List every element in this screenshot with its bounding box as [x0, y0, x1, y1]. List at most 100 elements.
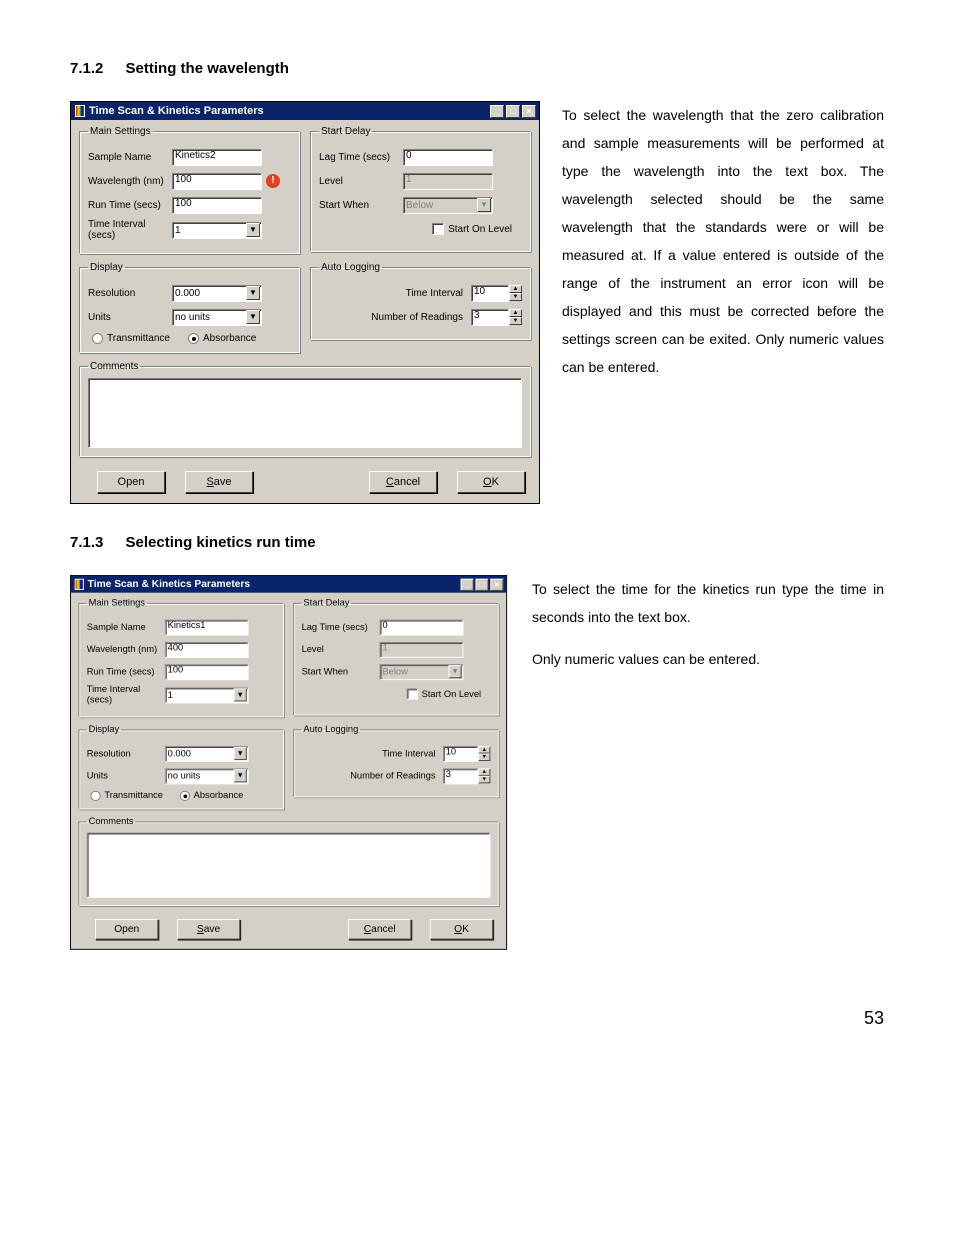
chevron-down-icon: ▼	[234, 688, 247, 701]
spin-down-icon[interactable]: ▼	[509, 317, 522, 325]
section-heading: 7.1.3 Selecting kinetics run time	[70, 534, 884, 551]
spin-down-icon[interactable]: ▼	[509, 293, 522, 301]
label: Time Interval	[382, 748, 435, 758]
lag-time-input[interactable]: 0	[403, 149, 493, 166]
label: Time Interval	[406, 288, 463, 299]
lag-time-input[interactable]: 0	[380, 619, 464, 635]
spin-up-icon[interactable]: ▲	[509, 309, 522, 317]
chevron-down-icon: ▼	[246, 223, 260, 237]
label: Level	[302, 644, 380, 654]
dialog-title: Time Scan & Kinetics Parameters	[89, 105, 264, 117]
label: Run Time (secs)	[87, 667, 165, 677]
label: Sample Name	[87, 622, 165, 632]
time-interval-select[interactable]: 1▼	[172, 222, 262, 239]
checkbox-label: Start On Level	[448, 224, 512, 235]
dialog-title: Time Scan & Kinetics Parameters	[88, 579, 250, 590]
start-on-level-checkbox[interactable]: Start On Level	[432, 223, 512, 235]
maximize-button[interactable]: □	[506, 105, 520, 118]
sample-name-input[interactable]: Kinetics1	[165, 619, 249, 635]
comments-textarea[interactable]	[88, 378, 522, 448]
radio-label: Absorbance	[203, 333, 256, 344]
label: Resolution	[88, 288, 172, 299]
label: Time Interval (secs)	[87, 685, 165, 705]
auto-logging-group: Auto Logging Time Interval 10 ▲▼ Number …	[310, 262, 531, 340]
group-legend: Display	[88, 262, 125, 273]
group-legend: Auto Logging	[302, 725, 361, 735]
radio-label: Transmittance	[107, 333, 170, 344]
section-title: Selecting kinetics run time	[126, 534, 316, 551]
resolution-select[interactable]: 0.000▼	[172, 285, 262, 302]
open-button[interactable]: Open	[95, 919, 158, 939]
start-when-select: Below▼	[380, 664, 464, 680]
wavelength-input[interactable]: 400	[165, 641, 249, 657]
label: Level	[319, 176, 403, 187]
save-button[interactable]: Save	[177, 919, 240, 939]
minimize-button[interactable]: _	[490, 105, 504, 118]
label: Number of Readings	[350, 771, 435, 781]
start-on-level-checkbox[interactable]: Start On Level	[407, 688, 481, 699]
main-settings-group: Main Settings Sample Name Kinetics2 Wave…	[79, 126, 300, 254]
app-icon	[75, 579, 84, 590]
run-time-input[interactable]: 100	[165, 664, 249, 680]
minimize-button[interactable]: _	[461, 578, 474, 590]
comments-textarea[interactable]	[87, 833, 491, 898]
close-button[interactable]: ×	[522, 105, 536, 118]
section-number: 7.1.3	[70, 534, 103, 551]
spin-up-icon[interactable]: ▲	[478, 768, 490, 775]
label: Units	[88, 312, 172, 323]
group-legend: Main Settings	[87, 598, 147, 608]
error-icon: !	[266, 174, 280, 188]
ok-button[interactable]: OK	[457, 471, 525, 493]
run-time-input[interactable]: 100	[172, 197, 262, 214]
time-interval-spinner[interactable]: 10 ▲▼	[471, 285, 522, 302]
start-delay-group: Start Delay Lag Time (secs) 0 Level 1 St…	[293, 598, 499, 715]
label: Lag Time (secs)	[302, 622, 380, 632]
units-select[interactable]: no units▼	[172, 309, 262, 326]
checkbox-label: Start On Level	[422, 689, 481, 699]
ok-button[interactable]: OK	[430, 919, 493, 939]
display-group: Display Resolution 0.000▼ Units no units…	[78, 725, 284, 810]
label: Start When	[319, 200, 403, 211]
app-icon	[75, 105, 85, 117]
time-interval-spinner[interactable]: 10 ▲▼	[443, 746, 490, 762]
time-interval-select[interactable]: 1▼	[165, 687, 249, 703]
units-select[interactable]: no units▼	[165, 768, 249, 784]
radio-label: Transmittance	[104, 791, 163, 801]
label: Number of Readings	[371, 312, 463, 323]
spin-up-icon[interactable]: ▲	[509, 285, 522, 293]
maximize-button[interactable]: □	[475, 578, 488, 590]
absorbance-radio[interactable]: Absorbance	[180, 791, 244, 801]
chevron-down-icon: ▼	[246, 310, 260, 324]
comments-group: Comments	[78, 817, 498, 906]
resolution-select[interactable]: 0.000▼	[165, 746, 249, 762]
cancel-button[interactable]: Cancel	[369, 471, 437, 493]
cancel-button[interactable]: Cancel	[348, 919, 411, 939]
save-button[interactable]: Save	[185, 471, 253, 493]
spin-down-icon[interactable]: ▼	[478, 753, 490, 760]
section-number: 7.1.2	[70, 60, 103, 77]
close-button[interactable]: ×	[490, 578, 503, 590]
chevron-down-icon: ▼	[477, 198, 491, 212]
wavelength-input[interactable]: 100	[172, 173, 262, 190]
chevron-down-icon: ▼	[234, 747, 247, 760]
start-when-select: Below▼	[403, 197, 493, 214]
group-legend: Start Delay	[302, 598, 352, 608]
radio-label: Absorbance	[194, 791, 244, 801]
chevron-down-icon: ▼	[234, 769, 247, 782]
absorbance-radio[interactable]: Absorbance	[188, 333, 256, 344]
kinetics-parameters-dialog: Time Scan & Kinetics Parameters _ □ × Ma…	[70, 575, 507, 950]
display-group: Display Resolution 0.000▼ Units no units…	[79, 262, 300, 353]
sample-name-input[interactable]: Kinetics2	[172, 149, 262, 166]
level-input: 1	[403, 173, 493, 190]
num-readings-spinner[interactable]: 3 ▲▼	[443, 768, 490, 784]
num-readings-spinner[interactable]: 3 ▲▼	[471, 309, 522, 326]
open-button[interactable]: Open	[97, 471, 165, 493]
section-heading: 7.1.2 Setting the wavelength	[70, 60, 884, 77]
group-legend: Start Delay	[319, 126, 372, 137]
spin-down-icon[interactable]: ▼	[478, 775, 490, 782]
spin-up-icon[interactable]: ▲	[478, 746, 490, 753]
chevron-down-icon: ▼	[449, 665, 462, 678]
transmittance-radio[interactable]: Transmittance	[90, 791, 163, 801]
transmittance-radio[interactable]: Transmittance	[92, 333, 170, 344]
start-delay-group: Start Delay Lag Time (secs) 0 Level 1 St…	[310, 126, 531, 252]
